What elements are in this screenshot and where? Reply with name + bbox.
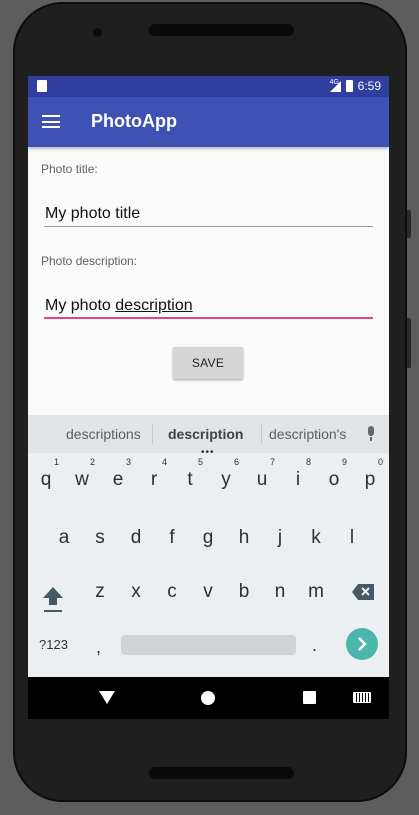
key-hint: 6 bbox=[234, 457, 240, 467]
suggestion-divider bbox=[261, 424, 262, 444]
front-camera bbox=[93, 28, 102, 37]
app-title: PhotoApp bbox=[91, 111, 177, 131]
key-c[interactable]: c bbox=[160, 581, 184, 603]
key-q[interactable]: q bbox=[34, 469, 58, 491]
key-z[interactable]: z bbox=[88, 581, 112, 603]
period-key[interactable]: . bbox=[312, 635, 317, 656]
status-bar: 4G 6:59 bbox=[28, 76, 389, 97]
key-e[interactable]: e bbox=[106, 469, 130, 491]
key-v[interactable]: v bbox=[196, 581, 220, 603]
key-p[interactable]: p bbox=[358, 469, 382, 491]
suggestion-item[interactable]: description bbox=[168, 426, 243, 442]
app-bar: PhotoApp bbox=[28, 97, 389, 147]
description-text: My photo bbox=[45, 297, 116, 314]
key-u[interactable]: u bbox=[250, 469, 274, 491]
network-type: 4G bbox=[329, 78, 339, 86]
photo-description-label: Photo description: bbox=[41, 254, 138, 268]
home-icon[interactable] bbox=[201, 691, 215, 705]
signal-icon: 4G bbox=[329, 78, 341, 92]
suggestion-strip: descriptions description description's •… bbox=[28, 415, 389, 458]
key-hint: 0 bbox=[378, 457, 384, 467]
backspace-icon[interactable] bbox=[352, 584, 374, 605]
key-hint: 3 bbox=[126, 457, 132, 467]
soft-keyboard: descriptions description description's •… bbox=[28, 415, 389, 677]
photo-title-value: My photo title bbox=[45, 205, 141, 222]
space-bar[interactable] bbox=[121, 635, 296, 655]
volume-button bbox=[407, 210, 411, 238]
key-x[interactable]: x bbox=[124, 581, 148, 603]
photo-description-underline bbox=[44, 317, 373, 319]
save-button[interactable]: SAVE bbox=[173, 347, 243, 379]
photo-description-value: My photo description bbox=[45, 297, 193, 315]
key-g[interactable]: g bbox=[196, 527, 220, 549]
battery-icon bbox=[345, 80, 353, 92]
key-k[interactable]: k bbox=[304, 527, 328, 549]
comma-key[interactable]: , bbox=[96, 637, 101, 658]
clock: 6:59 bbox=[357, 79, 381, 93]
power-button bbox=[407, 318, 411, 368]
key-hint: 2 bbox=[90, 457, 96, 467]
key-hint: 5 bbox=[198, 457, 204, 467]
photo-description-input[interactable]: My photo description bbox=[44, 297, 373, 319]
key-hint: 7 bbox=[270, 457, 276, 467]
key-hint: 8 bbox=[306, 457, 312, 467]
key-i[interactable]: i bbox=[286, 469, 310, 491]
key-f[interactable]: f bbox=[160, 527, 184, 549]
key-r[interactable]: r bbox=[142, 469, 166, 491]
navigation-bar bbox=[28, 677, 389, 719]
top-speaker bbox=[149, 24, 294, 36]
key-d[interactable]: d bbox=[124, 527, 148, 549]
key-hint: 1 bbox=[54, 457, 60, 467]
keyboard-switch-icon[interactable] bbox=[353, 692, 371, 703]
photo-title-input[interactable]: My photo title bbox=[44, 205, 373, 227]
key-t[interactable]: t bbox=[178, 469, 202, 491]
key-w[interactable]: w bbox=[70, 469, 94, 491]
key-hint: 4 bbox=[162, 457, 168, 467]
sd-card-icon bbox=[37, 80, 47, 92]
key-s[interactable]: s bbox=[88, 527, 112, 549]
key-a[interactable]: a bbox=[52, 527, 76, 549]
suggestion-item[interactable]: description's bbox=[269, 426, 346, 442]
recent-apps-icon[interactable] bbox=[303, 691, 316, 704]
key-h[interactable]: h bbox=[232, 527, 256, 549]
more-suggestions-icon[interactable]: ••• bbox=[201, 447, 215, 458]
next-action-button[interactable] bbox=[346, 628, 378, 660]
screen: 4G 6:59 PhotoApp Photo title: My photo t… bbox=[28, 76, 389, 719]
key-o[interactable]: o bbox=[322, 469, 346, 491]
bottom-speaker bbox=[149, 767, 294, 779]
key-j[interactable]: j bbox=[268, 527, 292, 549]
key-hint: 9 bbox=[342, 457, 348, 467]
photo-title-label: Photo title: bbox=[41, 162, 98, 176]
hamburger-menu-icon[interactable] bbox=[42, 115, 60, 128]
symbols-key[interactable]: ?123 bbox=[39, 637, 68, 652]
description-composing-word: description bbox=[115, 297, 193, 314]
chevron-right-icon bbox=[358, 637, 367, 651]
photo-title-underline bbox=[44, 226, 373, 227]
key-y[interactable]: y bbox=[214, 469, 238, 491]
key-l[interactable]: l bbox=[340, 527, 364, 549]
suggestion-item[interactable]: descriptions bbox=[66, 426, 141, 442]
key-m[interactable]: m bbox=[304, 581, 328, 603]
key-n[interactable]: n bbox=[268, 581, 292, 603]
microphone-icon[interactable] bbox=[368, 426, 374, 441]
back-icon[interactable] bbox=[99, 691, 115, 704]
key-b[interactable]: b bbox=[232, 581, 256, 603]
suggestion-divider bbox=[152, 424, 153, 444]
shift-icon[interactable] bbox=[42, 585, 63, 618]
